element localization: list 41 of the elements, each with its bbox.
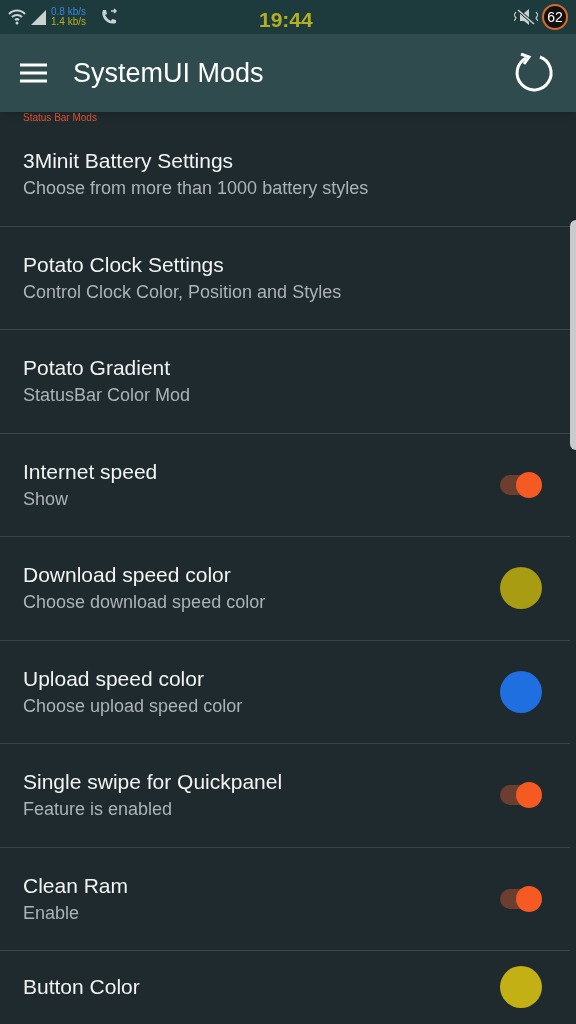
setting-title: Potato Gradient: [23, 355, 172, 382]
settings-item[interactable]: Clean Ram Enable: [0, 847, 570, 951]
color-swatch[interactable]: [500, 670, 542, 713]
section-header: Status Bar Mods: [23, 112, 97, 123]
settings-item[interactable]: Download speed color Choose download speed color: [0, 537, 570, 641]
app-title: SystemUI Mods: [73, 56, 264, 90]
setting-title: Internet speed: [23, 458, 159, 485]
settings-item[interactable]: 3Minit Battery Settings Choose from more than 1000 battery styles: [0, 123, 570, 227]
menu-icon[interactable]: [20, 63, 47, 83]
setting-title: Potato Clock Settings: [23, 251, 225, 278]
color-swatch[interactable]: [500, 567, 542, 610]
settings-item[interactable]: Upload speed color Choose upload speed color: [0, 640, 570, 744]
setting-title: Button Color: [23, 974, 141, 1000]
battery-indicator: 62: [542, 4, 568, 30]
settings-item[interactable]: Internet speed Show: [0, 433, 570, 537]
setting-summary: Show: [23, 487, 70, 511]
setting-summary: StatusBar Color Mod: [23, 384, 192, 408]
setting-title: Clean Ram: [23, 872, 130, 899]
setting-summary: Choose upload speed color: [23, 694, 244, 718]
setting-summary: Enable: [23, 901, 81, 925]
toggle-switch[interactable]: [500, 471, 542, 498]
setting-summary: Choose download speed color: [23, 591, 267, 615]
phone-icon: [100, 8, 119, 26]
mute-vibrate-icon: [514, 8, 538, 26]
download-speed: 0.8 kb/s: [51, 7, 87, 17]
setting-title: Download speed color: [23, 562, 232, 589]
toggle-switch[interactable]: [500, 885, 542, 912]
setting-title: Upload speed color: [23, 665, 205, 692]
clock-time: 19:44: [259, 7, 313, 33]
wifi-icon: [8, 8, 26, 26]
setting-title: Single swipe for Quickpanel: [23, 769, 284, 796]
settings-item[interactable]: Button Color: [0, 951, 570, 1023]
setting-title: 3Minit Battery Settings: [23, 148, 235, 175]
signal-icon: [30, 9, 46, 25]
setting-summary: Choose from more than 1000 battery styles: [23, 177, 370, 201]
setting-summary: Feature is enabled: [23, 798, 174, 822]
settings-item[interactable]: Single swipe for Quickpanel Feature is enabled: [0, 744, 570, 848]
upload-speed: 1.4 kb/s: [51, 17, 87, 27]
toggle-switch[interactable]: [500, 782, 542, 809]
color-swatch[interactable]: [500, 966, 542, 1008]
setting-summary: Control Clock Color, Position and Styles: [23, 280, 343, 304]
